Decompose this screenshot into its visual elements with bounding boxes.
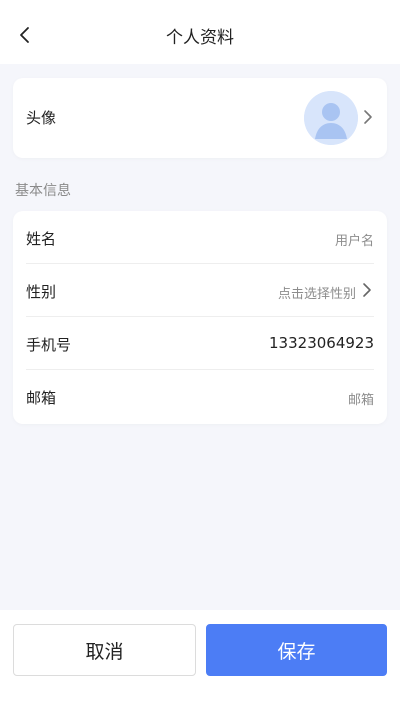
phone-field[interactable]: 13323064923 (269, 334, 374, 352)
chevron-right-icon (363, 283, 371, 297)
save-button[interactable]: 保存 (206, 624, 387, 676)
default-user-avatar-icon (304, 91, 358, 145)
avatar-card: 头像 (13, 78, 387, 158)
name-input[interactable]: 用户名 (335, 230, 374, 249)
top-nav-bar: 个人资料 (0, 0, 400, 64)
bottom-action-bar: 取消 保存 (0, 610, 400, 711)
profile-page: 个人资料 头像 基本信息 姓名 用户名 性别 点击选择性别 手机号 133230… (0, 0, 400, 711)
chevron-right-icon (364, 110, 372, 124)
email-label: 邮箱 (26, 389, 57, 407)
section-title-basic-info: 基本信息 (15, 183, 71, 199)
gender-row[interactable]: 性别 点击选择性别 (13, 264, 387, 317)
gender-select[interactable]: 点击选择性别 (278, 283, 356, 302)
email-input[interactable]: 邮箱 (348, 389, 374, 408)
name-row[interactable]: 姓名 用户名 (13, 211, 387, 264)
page-title: 个人资料 (166, 28, 234, 48)
avatar-label: 头像 (26, 109, 57, 127)
avatar[interactable] (304, 91, 358, 145)
cancel-button[interactable]: 取消 (13, 624, 196, 676)
phone-row[interactable]: 手机号 13323064923 (13, 317, 387, 370)
email-row[interactable]: 邮箱 邮箱 (13, 370, 387, 423)
gender-label: 性别 (26, 283, 57, 301)
phone-label: 手机号 (26, 336, 72, 354)
avatar-row[interactable]: 头像 (13, 78, 387, 158)
basic-info-card: 姓名 用户名 性别 点击选择性别 手机号 13323064923 邮箱 邮箱 (13, 211, 387, 424)
name-label: 姓名 (26, 230, 57, 248)
